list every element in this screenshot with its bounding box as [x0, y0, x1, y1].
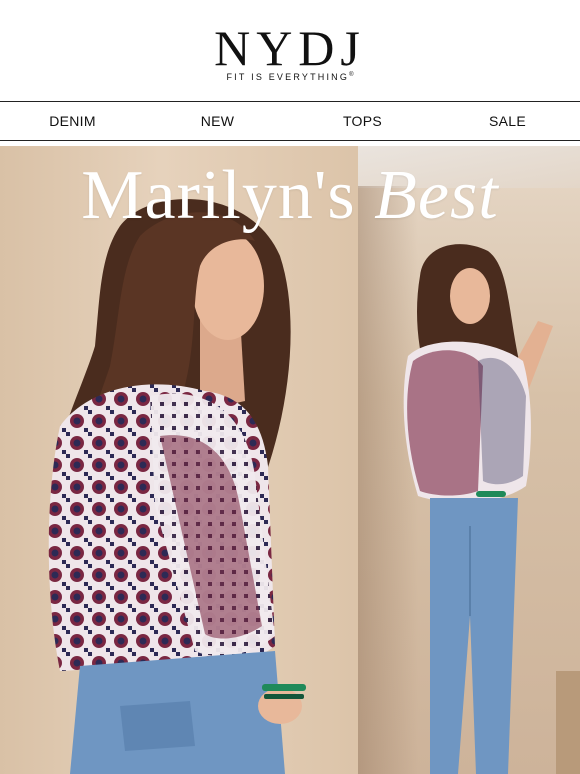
- nav-item-tops[interactable]: TOPS: [290, 102, 435, 140]
- brand-logo[interactable]: NYDJ: [0, 22, 580, 74]
- side-stool: [556, 671, 580, 774]
- brand-tagline: FIT IS EVERYTHING®: [0, 72, 580, 82]
- hero-photo-left: [0, 146, 358, 774]
- nav-item-sale[interactable]: SALE: [435, 102, 580, 140]
- email-header: NYDJ FIT IS EVERYTHING®: [0, 0, 580, 100]
- brand-tagline-text: FIT IS EVERYTHING: [226, 72, 350, 82]
- hero-title-regular: Marilyn's: [81, 157, 356, 234]
- model-standing-illustration: [403, 244, 553, 774]
- category-nav: DENIM NEW TOPS SALE: [0, 101, 580, 141]
- hero-photo-right: [358, 146, 580, 774]
- hero-banner[interactable]: Marilyn's Best: [0, 146, 580, 774]
- hero-headline: Marilyn's Best: [0, 156, 580, 236]
- hero-title-italic: Best: [374, 157, 499, 234]
- model-closeup-illustration: [48, 198, 306, 774]
- registered-mark: ®: [349, 72, 354, 78]
- nav-item-denim[interactable]: DENIM: [0, 102, 145, 140]
- nav-item-new[interactable]: NEW: [145, 102, 290, 140]
